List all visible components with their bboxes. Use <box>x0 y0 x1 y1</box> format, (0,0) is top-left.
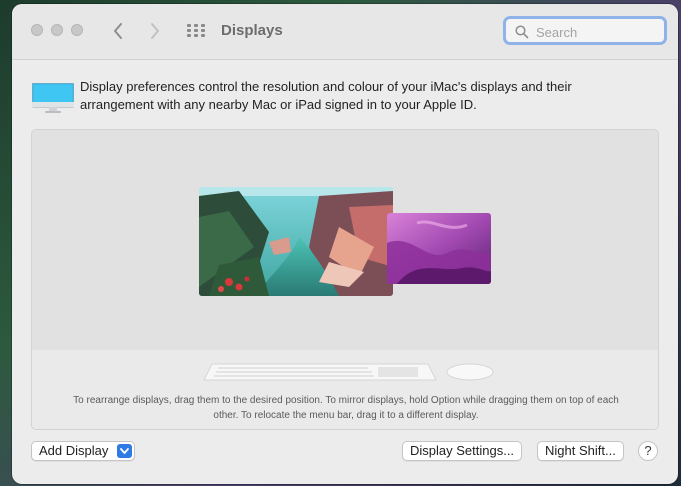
help-button[interactable]: ? <box>638 441 658 461</box>
system-preferences-window: Displays Display preferences control the… <box>12 4 678 484</box>
show-all-grid-icon[interactable] <box>187 24 205 38</box>
chevron-down-icon <box>117 444 132 458</box>
search-icon <box>515 25 529 39</box>
display-description: Display preferences control the resoluti… <box>80 79 572 112</box>
close-button[interactable] <box>31 24 43 36</box>
search-field[interactable] <box>503 16 667 45</box>
search-input[interactable] <box>534 22 663 42</box>
title-bar: Displays <box>12 4 678 60</box>
add-display-popup[interactable]: Add Display <box>31 441 135 461</box>
arrangement-hint: To rearrange displays, drag them to the … <box>73 395 619 421</box>
main-display-wallpaper <box>199 187 393 296</box>
secondary-display-wallpaper <box>387 213 491 284</box>
add-display-label: Add Display <box>39 443 109 458</box>
window-title: Displays <box>221 22 283 39</box>
keyboard-illustration <box>203 363 437 381</box>
minimize-button[interactable] <box>51 24 63 36</box>
zoom-button[interactable] <box>71 24 83 36</box>
night-shift-button[interactable]: Night Shift... <box>537 441 624 461</box>
main-display-thumbnail[interactable] <box>199 187 393 296</box>
forward-icon[interactable] <box>144 18 166 44</box>
back-icon[interactable] <box>107 18 129 44</box>
display-arrangement-area: To rearrange displays, drag them to the … <box>31 129 659 430</box>
mouse-illustration <box>446 363 494 381</box>
imac-display-icon <box>32 83 74 113</box>
secondary-display-thumbnail[interactable] <box>387 213 491 284</box>
display-settings-button[interactable]: Display Settings... <box>402 441 523 461</box>
